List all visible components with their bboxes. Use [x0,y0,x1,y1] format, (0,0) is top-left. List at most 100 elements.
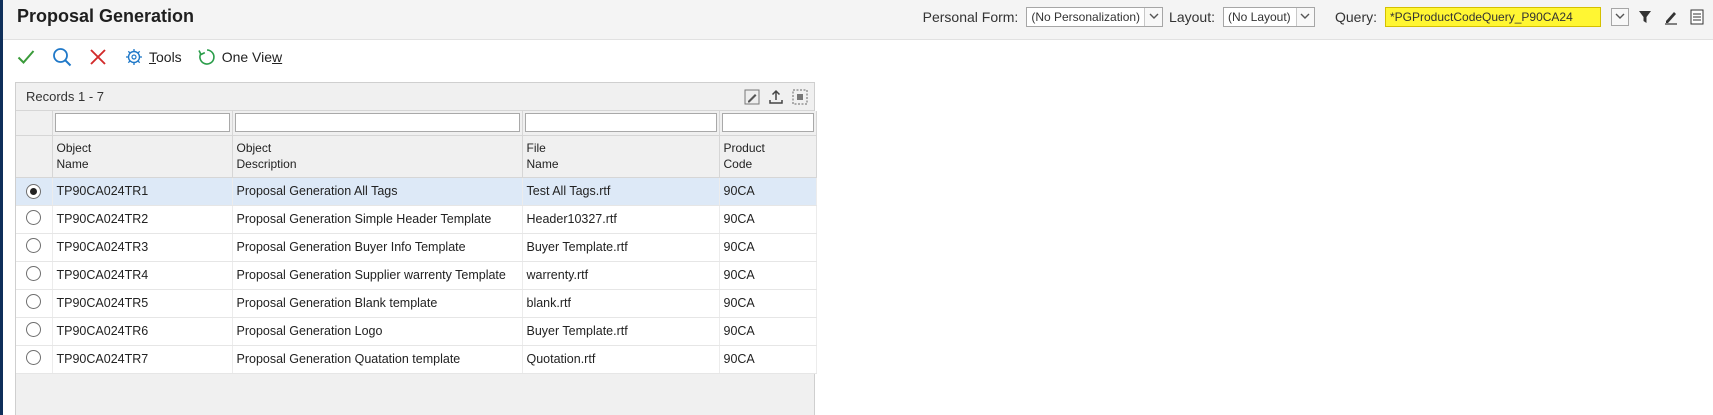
cell-description: Proposal Generation Blank template [232,289,523,318]
cell-product-code: 90CA [719,261,817,290]
close-icon [87,46,109,68]
header-line: Name [56,157,89,171]
records-count: Records 1 - 7 [26,89,105,104]
export-icon[interactable] [766,87,786,107]
grid-body: TP90CA024TR1 Proposal Generation All Tags… [16,177,817,374]
personal-form-select[interactable]: (No Personalization) [1026,6,1164,27]
form-controls: Personal Form: (No Personalization) Layo… [922,6,1713,27]
cell-object-name: TP90CA024TR5 [52,289,233,318]
one-view-label-prefix: One Vie [221,49,273,65]
qbe-cell [52,111,233,135]
qbe-spacer [16,111,53,135]
cell-description: Proposal Generation Quatation template [232,345,523,374]
column-header-description[interactable]: Object Description [232,134,523,178]
search-icon [51,46,73,68]
row-select-cell [16,345,53,374]
grid-header: Records 1 - 7 [16,83,814,111]
table-row[interactable]: TP90CA024TR4 Proposal Generation Supplier… [16,261,817,290]
qbe-cell [522,111,720,135]
row-radio-button[interactable] [26,210,41,225]
row-select-cell [16,289,53,318]
table-row[interactable]: TP90CA024TR7 Proposal Generation Quatatio… [16,345,817,374]
tools-label: Tools [149,49,182,65]
table-row[interactable]: TP90CA024TR6 Proposal Generation Logo Buye… [16,317,817,346]
query-label: Query: [1334,8,1377,25]
cell-object-name: TP90CA024TR1 [52,177,233,206]
query-manager-icon[interactable] [1687,7,1707,27]
cell-file-name: blank.rtf [522,289,720,318]
personal-form-value: (No Personalization) [1031,9,1141,24]
one-view-icon [196,46,218,68]
edit-query-icon[interactable] [1661,7,1681,27]
qbe-product-code-input[interactable] [721,113,814,133]
column-header-object-name[interactable]: Object Name [52,134,233,178]
layout-value: (No Layout) [1227,9,1291,24]
cell-product-code: 90CA [719,345,817,374]
qbe-object-name-input[interactable] [54,113,230,133]
records-table: Object Name Object Description File Name Pr… [16,111,817,374]
find-button[interactable] [47,44,77,70]
tools-label-accesskey: T [149,49,156,65]
cell-file-name: warrenty.rtf [522,261,720,290]
maximize-grid-icon[interactable] [790,87,810,107]
row-radio-button[interactable] [26,350,41,365]
header-line: Code [723,157,753,171]
cell-description: Proposal Generation All Tags [232,177,523,206]
header-line: Object [236,140,272,155]
cancel-button[interactable] [83,44,113,70]
column-header-file-name[interactable]: File Name [522,134,720,178]
query-dropdown[interactable] [1607,7,1629,27]
header-line: Name [526,157,559,171]
cell-file-name: Buyer Template.rtf [522,233,720,262]
header-line: Object [56,140,92,155]
row-radio-button[interactable] [26,238,41,253]
filter-icon[interactable] [1635,7,1655,27]
cell-object-name: TP90CA024TR7 [52,345,233,374]
title-bar: Proposal Generation Personal Form: (No P… [3,0,1713,40]
form-toolbar: Tools One View [3,40,1713,74]
cell-description: Proposal Generation Supplier warrenty Te… [232,261,523,290]
cell-description: Proposal Generation Buyer Info Template [232,233,523,262]
table-row[interactable]: TP90CA024TR3 Proposal Generation Buyer In… [16,233,817,262]
table-row[interactable]: TP90CA024TR5 Proposal Generation Blank te… [16,289,817,318]
one-view-button[interactable]: One View [192,44,286,70]
row-radio-button[interactable] [26,322,41,337]
layout-select[interactable]: (No Layout) [1222,6,1315,27]
cell-object-name: TP90CA024TR6 [52,317,233,346]
qbe-cell [232,111,523,135]
one-view-label-accesskey: w [272,49,283,65]
chevron-down-icon[interactable] [1295,7,1314,26]
header-line: Description [236,157,297,171]
cell-product-code: 90CA [719,317,817,346]
row-select-cell [16,317,53,346]
radio-selected-dot [30,187,37,195]
row-radio-button[interactable] [26,266,41,281]
table-row[interactable]: TP90CA024TR1 Proposal Generation All Tags… [16,177,817,206]
customize-grid-icon[interactable] [742,87,762,107]
personal-form-label: Personal Form: [922,8,1019,25]
ok-button[interactable] [11,44,41,70]
tools-button[interactable]: Tools [119,44,186,70]
qbe-description-input[interactable] [234,113,520,133]
cell-product-code: 90CA [719,177,817,206]
column-header-row: Object Name Object Description File Name Pr… [16,134,817,178]
cell-file-name: Test All Tags.rtf [522,177,720,206]
chevron-down-icon[interactable] [1144,7,1163,26]
query-select[interactable]: *PGProductCodeQuery_P90CA24 [1385,6,1601,27]
table-row[interactable]: TP90CA024TR2 Proposal Generation Simple H… [16,205,817,234]
chevron-down-icon[interactable] [1611,7,1629,26]
row-select-cell [16,205,53,234]
cell-product-code: 90CA [719,205,817,234]
cell-file-name: Buyer Template.rtf [522,317,720,346]
header-line: Product [723,140,765,155]
cell-product-code: 90CA [719,233,817,262]
grid-tools [742,87,814,107]
records-grid: Records 1 - 7 Object Name Object Descripti… [15,82,817,415]
column-header-product-code[interactable]: Product Code [719,134,817,178]
one-view-label: One View [222,49,282,65]
page-title: Proposal Generation [17,6,195,26]
row-select-cell [16,233,53,262]
qbe-file-name-input[interactable] [524,113,717,133]
row-radio-button[interactable] [26,183,41,199]
row-radio-button[interactable] [26,294,41,309]
